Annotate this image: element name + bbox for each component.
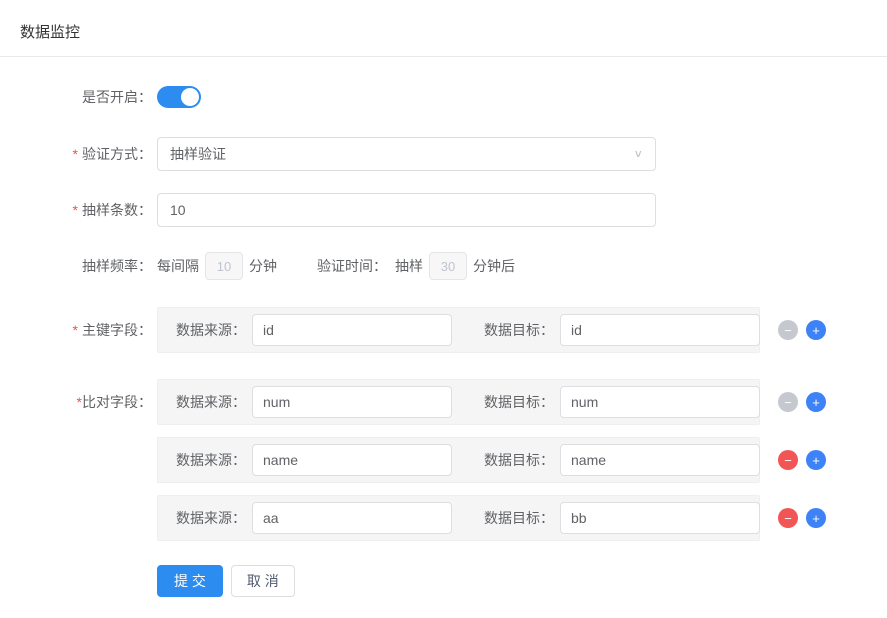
verify-method-value: 抽样验证: [170, 144, 633, 164]
add-row-button[interactable]: +: [806, 392, 826, 412]
sample-count-label-text: 抽样条数：: [82, 202, 152, 218]
remove-row-button: −: [778, 392, 798, 412]
compare-target-input-3[interactable]: [560, 502, 760, 534]
source-label: 数据来源：: [176, 320, 246, 340]
interval-minutes-input: [205, 252, 243, 280]
enable-toggle[interactable]: [157, 86, 201, 108]
required-asterisk: *: [73, 202, 78, 218]
plus-icon: +: [812, 512, 820, 525]
interval-prefix: 每间隔: [157, 256, 199, 276]
compare-target-input-1[interactable]: [560, 386, 760, 418]
compare-target-input-2[interactable]: [560, 444, 760, 476]
primary-field-label: *主键字段：: [0, 320, 157, 340]
frequency-row: 抽样频率： 每间隔 分钟 验证时间： 抽样 分钟后: [0, 252, 887, 280]
field-pair-panel: 数据来源： 数据目标：: [157, 437, 760, 483]
compare-source-input-3[interactable]: [252, 502, 452, 534]
cancel-button[interactable]: 取 消: [231, 565, 295, 597]
add-row-button[interactable]: +: [806, 320, 826, 340]
verify-time-label: 验证时间：: [317, 256, 387, 276]
source-label: 数据来源：: [176, 392, 246, 412]
field-pair-panel: 数据来源： 数据目标：: [157, 379, 760, 425]
page-header: 数据监控: [0, 0, 887, 57]
verify-method-label-text: 验证方式：: [82, 146, 152, 162]
plus-icon: +: [812, 324, 820, 337]
field-pair-panel: 数据来源： 数据目标：: [157, 307, 760, 353]
verify-method-label: *验证方式：: [0, 144, 157, 164]
chevron-down-icon: ∨: [633, 148, 643, 161]
enable-label: 是否开启：: [0, 87, 157, 107]
minus-icon: −: [784, 396, 792, 409]
verify-minutes-input: [429, 252, 467, 280]
compare-source-input-1[interactable]: [252, 386, 452, 418]
primary-source-input[interactable]: [252, 314, 452, 346]
compare-field-row: *比对字段： 数据来源： 数据目标： − +: [0, 379, 887, 425]
add-row-button[interactable]: +: [806, 450, 826, 470]
field-pair-panel: 数据来源： 数据目标：: [157, 495, 760, 541]
form-actions-row: 提 交 取 消: [0, 565, 887, 597]
frequency-label-text: 抽样频率：: [82, 258, 152, 274]
compare-field-label: *比对字段：: [0, 392, 157, 412]
page-title: 数据监控: [20, 24, 80, 41]
target-label: 数据目标：: [484, 450, 554, 470]
source-label: 数据来源：: [176, 450, 246, 470]
target-label: 数据目标：: [484, 392, 554, 412]
enable-row: 是否开启：: [0, 86, 887, 108]
primary-row-actions: − +: [778, 320, 826, 340]
minus-icon: −: [784, 454, 792, 467]
target-label: 数据目标：: [484, 320, 554, 340]
compare-field-row: 数据来源： 数据目标： − +: [0, 437, 887, 483]
primary-field-row: *主键字段： 数据来源： 数据目标： − +: [0, 307, 887, 353]
submit-button[interactable]: 提 交: [157, 565, 223, 597]
source-label: 数据来源：: [176, 508, 246, 528]
sample-count-row: *抽样条数：: [0, 193, 887, 227]
verify-method-row: *验证方式： 抽样验证 ∨: [0, 137, 887, 171]
compare-row-actions-2: − +: [778, 450, 826, 470]
compare-field-row: 数据来源： 数据目标： − +: [0, 495, 887, 541]
compare-row-actions-1: − +: [778, 392, 826, 412]
required-asterisk: *: [73, 322, 78, 338]
verify-time-suffix: 分钟后: [473, 256, 515, 276]
toggle-knob-icon: [181, 88, 199, 106]
primary-field-label-text: 主键字段：: [82, 322, 152, 338]
verify-method-select[interactable]: 抽样验证 ∨: [157, 137, 656, 171]
remove-row-button: −: [778, 320, 798, 340]
add-row-button[interactable]: +: [806, 508, 826, 528]
plus-icon: +: [812, 454, 820, 467]
minus-icon: −: [784, 512, 792, 525]
minus-icon: −: [784, 324, 792, 337]
primary-target-input[interactable]: [560, 314, 760, 346]
sample-count-label: *抽样条数：: [0, 200, 157, 220]
interval-suffix: 分钟: [249, 256, 277, 276]
required-asterisk: *: [73, 146, 78, 162]
remove-row-button[interactable]: −: [778, 450, 798, 470]
data-monitor-form: 是否开启： *验证方式： 抽样验证 ∨ *抽样条数： 抽样频率： 每间隔 分钟 …: [0, 57, 887, 597]
sample-count-input[interactable]: [157, 193, 656, 227]
remove-row-button[interactable]: −: [778, 508, 798, 528]
frequency-label: 抽样频率：: [0, 256, 157, 276]
enable-label-text: 是否开启：: [82, 89, 152, 105]
verify-time-prefix: 抽样: [395, 256, 423, 276]
compare-row-actions-3: − +: [778, 508, 826, 528]
compare-source-input-2[interactable]: [252, 444, 452, 476]
target-label: 数据目标：: [484, 508, 554, 528]
plus-icon: +: [812, 396, 820, 409]
compare-field-label-text: 比对字段：: [82, 394, 152, 410]
